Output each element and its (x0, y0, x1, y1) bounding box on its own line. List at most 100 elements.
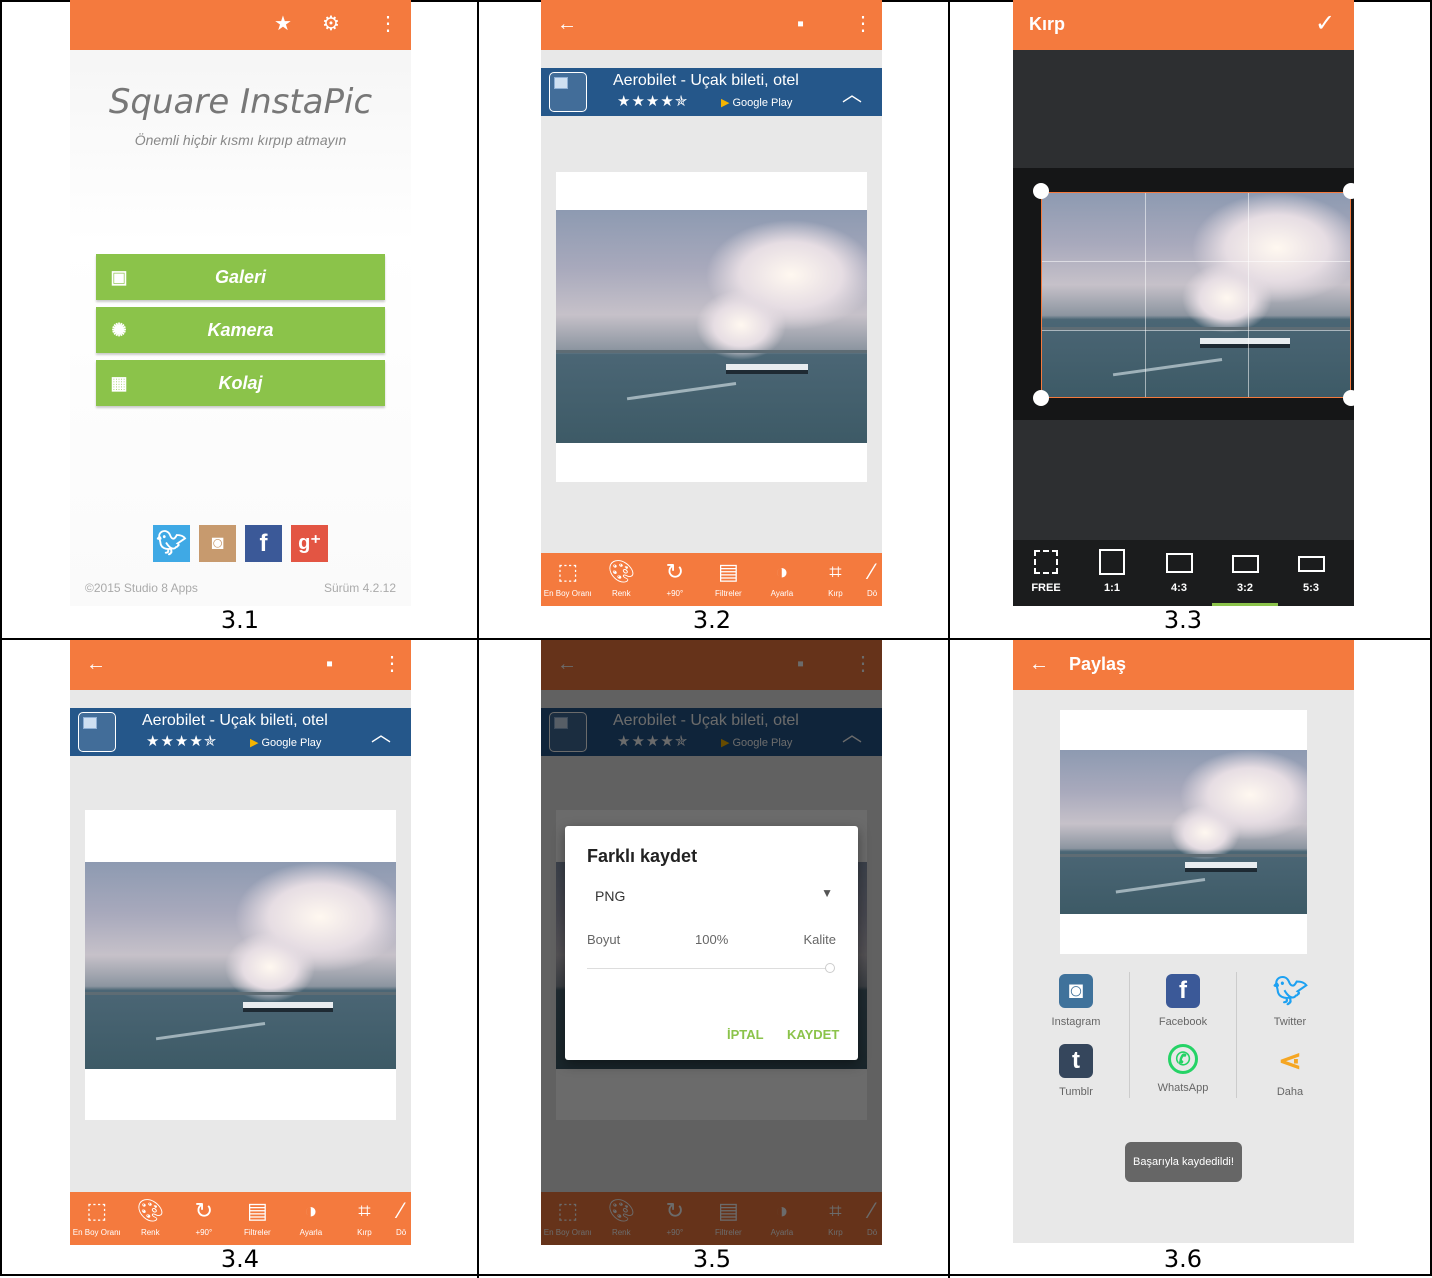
adjust-icon: ◑ (775, 559, 789, 584)
share-twitter[interactable]: 🐦︎ Twitter (1237, 974, 1343, 1028)
quality-label: Kalite (803, 932, 836, 947)
share-icon: ⋖ (1278, 1045, 1302, 1076)
filters-icon: ▤ (246, 1198, 268, 1223)
crop-button[interactable]: ⌗ Kırp (809, 553, 863, 606)
photo (1060, 750, 1307, 914)
toast: Başarıyla kaydedildi! (1125, 1142, 1242, 1182)
caption-3-3: 3.3 (1163, 606, 1203, 634)
share-whatsapp[interactable]: ✆ WhatsApp (1130, 1044, 1236, 1094)
camera-label: Kamera (207, 320, 274, 340)
whatsapp-icon: ✆ (1168, 1044, 1198, 1074)
share-facebook[interactable]: f Facebook (1130, 974, 1236, 1028)
aspect-ratio-button[interactable]: ⬚ En Boy Oranı (70, 1192, 124, 1245)
back-arrow-icon[interactable]: ← (1029, 652, 1049, 676)
save-icon[interactable]: ▪ (797, 12, 804, 36)
rect-4-3-icon (1165, 553, 1193, 573)
collage-button[interactable]: ▦ Kolaj (96, 360, 385, 406)
share-label: Twitter (1273, 1016, 1307, 1028)
format-select[interactable]: PNG ▼ (587, 878, 837, 910)
google-play-badge: ▶Google Play (250, 736, 321, 749)
screen-editor: ← ▪ ⋮ Aerobilet - Uçak bileti, otel ★★★★… (541, 0, 882, 606)
facebook-icon[interactable]: f (245, 525, 282, 562)
instagram-icon[interactable]: ◙ (199, 525, 236, 562)
ad-banner[interactable]: Aerobilet - Uçak bileti, otel ★★★★✯ ▶Goo… (541, 68, 882, 116)
crop-handle[interactable] (1033, 390, 1049, 406)
image-icon: ▣ (110, 267, 128, 287)
quality-slider[interactable] (587, 963, 835, 973)
adjust-button[interactable]: ◑ Ayarla (284, 1192, 338, 1245)
back-arrow-icon[interactable]: ← (557, 12, 577, 36)
camera-button[interactable]: ✺ Kamera (96, 307, 385, 353)
crop-handle[interactable] (1343, 183, 1354, 199)
caption-3-6: 3.6 (1163, 1245, 1203, 1273)
rotate-button[interactable]: ↻ +90° (177, 1192, 231, 1245)
gallery-button[interactable]: ▣ Galeri (96, 254, 385, 300)
star-icon[interactable]: ★ (274, 12, 292, 36)
toolbar-label: Filtreler (715, 589, 742, 598)
instagram-icon: ◙ (1059, 974, 1093, 1008)
toolbar-label: Kırp (357, 1228, 372, 1237)
twitter-icon[interactable]: 🐦︎ (153, 525, 190, 562)
filters-button[interactable]: ▤ Filtreler (702, 553, 756, 606)
ratio-4-3[interactable]: 4:3 (1146, 540, 1212, 606)
overflow-menu-icon[interactable]: ⋮ (378, 12, 398, 36)
color-button[interactable]: 🎨︎ Renk (124, 1192, 178, 1245)
toolbar-label: Ayarla (770, 589, 794, 598)
gear-icon[interactable]: ⚙ (322, 12, 340, 36)
chevron-up-icon[interactable]: ︿ (842, 78, 862, 107)
toolbar-label: En Boy Oranı (543, 589, 592, 598)
toolbar-label: Renk (611, 589, 631, 598)
gallery-label: Galeri (214, 267, 267, 287)
square-icon (1099, 549, 1125, 575)
share-instagram[interactable]: ◙ Instagram (1023, 974, 1129, 1028)
crop-icon: ⌗ (358, 1198, 371, 1223)
ratio-3-2[interactable]: 3:2 (1212, 540, 1278, 606)
caption-3-5: 3.5 (692, 1245, 732, 1273)
filters-icon: ▤ (717, 559, 739, 584)
play-icon: ▶ (721, 97, 730, 109)
ratio-1-1[interactable]: 1:1 (1079, 540, 1145, 606)
share-more[interactable]: ⋖ Daha (1237, 1044, 1343, 1098)
palette-icon: 🎨︎ (136, 1198, 165, 1223)
more-icon: ⁄ (399, 1198, 403, 1223)
share-label: WhatsApp (1157, 1082, 1209, 1094)
more-button[interactable]: ⁄ Dö (862, 553, 882, 606)
more-button[interactable]: ⁄ Dö (391, 1192, 411, 1245)
screen-crop: Kırp ✓ FREE 1:1 4:3 3:2 5:3 (1013, 0, 1354, 606)
save-button[interactable]: KAYDET (787, 1027, 839, 1042)
screen-save-dialog: ← ▪ ⋮ Aerobilet - Uçak bileti, otel ★★★★… (541, 640, 882, 1245)
filters-button[interactable]: ▤ Filtreler (231, 1192, 285, 1245)
save-icon[interactable]: ▪ (326, 652, 333, 676)
aspect-ratio-button[interactable]: ⬚ En Boy Oranı (541, 553, 595, 606)
ad-banner[interactable]: Aerobilet - Uçak bileti, otel ★★★★✯ ▶Goo… (70, 708, 411, 756)
crop-handle[interactable] (1343, 390, 1354, 406)
chevron-up-icon[interactable]: ︿ (371, 718, 391, 747)
crop-area (1013, 168, 1354, 420)
overflow-menu-icon[interactable]: ⋮ (382, 652, 402, 676)
adjust-button[interactable]: ◑ Ayarla (755, 553, 809, 606)
rect-5-3-icon (1297, 556, 1325, 572)
crop-button[interactable]: ⌗ Kırp (338, 1192, 392, 1245)
cancel-button[interactable]: İPTAL (727, 1027, 764, 1042)
ratio-5-3[interactable]: 5:3 (1278, 540, 1344, 606)
back-arrow-icon[interactable]: ← (86, 652, 106, 676)
caption-3-4: 3.4 (220, 1245, 260, 1273)
edit-toolbar: ⬚ En Boy Oranı 🎨︎ Renk ↻ +90° ▤ Filtreler ◑ A… (541, 553, 882, 606)
color-button[interactable]: 🎨︎ Renk (595, 553, 649, 606)
store-label: Google Play (732, 97, 793, 109)
toolbar-label: Kırp (828, 589, 843, 598)
rotate-button[interactable]: ↻ +90° (648, 553, 702, 606)
overflow-menu-icon[interactable]: ⋮ (853, 12, 873, 36)
google-plus-icon[interactable]: g⁺ (291, 525, 328, 562)
camera-shutter-icon: ✺ (111, 320, 127, 340)
slider-thumb[interactable] (825, 963, 835, 973)
ratio-free[interactable]: FREE (1013, 540, 1079, 606)
crop-handle[interactable] (1033, 183, 1049, 199)
toolbar-label: Dö (866, 589, 878, 598)
check-icon[interactable]: ✓ (1315, 12, 1335, 36)
share-tumblr[interactable]: t Tumblr (1023, 1044, 1129, 1098)
free-crop-icon (1034, 550, 1058, 574)
more-icon: ⁄ (870, 559, 874, 584)
grid-line (477, 2, 479, 1278)
screen-editor-cropped: ← ▪ ⋮ Aerobilet - Uçak bileti, otel ★★★★… (70, 640, 411, 1245)
